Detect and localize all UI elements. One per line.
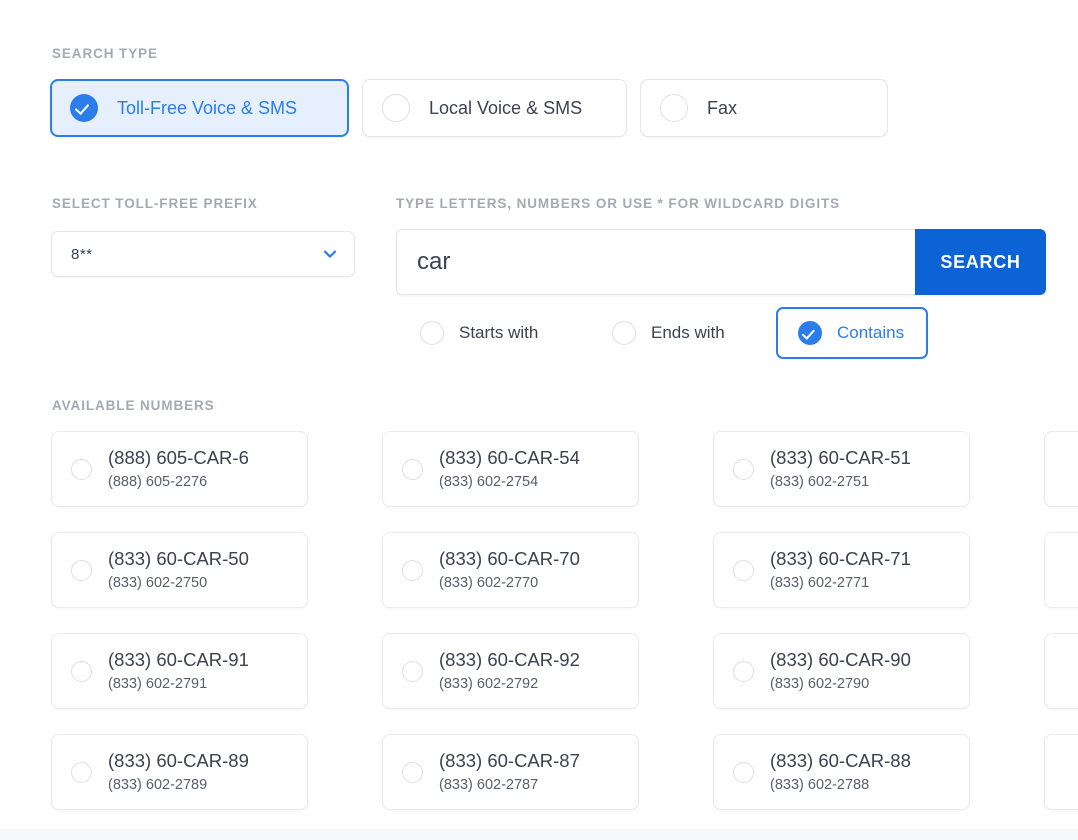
number-digits: (833) 602-2787 [439, 776, 580, 796]
check-circle-icon [798, 321, 822, 345]
number-card[interactable]: (833) 60-CAR-50 (833) 602-2750 [51, 532, 308, 608]
search-type-option-label: Fax [707, 98, 737, 119]
search-bar: SEARCH [396, 229, 1046, 295]
number-card[interactable]: (833) 60-CAR-88 (833) 602-2788 [713, 734, 970, 810]
number-vanity: (833) 60-CAR-89 [108, 749, 249, 773]
search-type-label: SEARCH TYPE [52, 46, 158, 61]
prefix-label: SELECT TOLL-FREE PREFIX [52, 196, 258, 211]
number-digits: (833) 602-2771 [770, 574, 911, 594]
number-card[interactable]: (833) 60-CAR-70 (833) 602-2770 [382, 532, 639, 608]
prefix-select[interactable]: 8** [51, 231, 355, 277]
match-mode-label: Starts with [459, 323, 538, 343]
number-digits: (833) 602-2792 [439, 675, 580, 695]
number-vanity: (833) 60-CAR-87 [439, 749, 580, 773]
number-vanity: (833) 60-CAR-92 [439, 648, 580, 672]
number-card[interactable]: (833) 60-CAR-54 (833) 602-2754 [382, 431, 639, 507]
match-mode-label: Ends with [651, 323, 725, 343]
number-card[interactable]: (833) 60-CAR-51 (833) 602-2751 [713, 431, 970, 507]
number-card-clipped[interactable] [1044, 633, 1078, 709]
number-digits: (833) 602-2750 [108, 574, 249, 594]
number-search-panel: SEARCH TYPE Toll-Free Voice & SMS Local … [0, 0, 1078, 840]
available-numbers-label: AVAILABLE NUMBERS [52, 398, 215, 413]
radio-circle-icon [71, 560, 92, 581]
number-digits: (833) 602-2790 [770, 675, 911, 695]
number-card-clipped[interactable] [1044, 532, 1078, 608]
radio-circle-icon [71, 459, 92, 480]
available-numbers-grid: (888) 605-CAR-6 (888) 605-2276 (833) 60-CA… [51, 431, 1078, 810]
number-digits: (833) 602-2770 [439, 574, 580, 594]
number-digits: (833) 602-2791 [108, 675, 249, 695]
number-card[interactable]: (833) 60-CAR-92 (833) 602-2792 [382, 633, 639, 709]
query-label: TYPE LETTERS, NUMBERS OR USE * FOR WILDC… [396, 196, 840, 211]
radio-circle-icon [402, 560, 423, 581]
number-card-clipped[interactable] [1044, 431, 1078, 507]
search-button[interactable]: SEARCH [915, 229, 1046, 295]
radio-circle-icon [733, 661, 754, 682]
radio-circle-icon [420, 321, 444, 345]
search-type-option-toll-free[interactable]: Toll-Free Voice & SMS [50, 79, 349, 137]
number-vanity: (833) 60-CAR-91 [108, 648, 249, 672]
prefix-selected-value: 8** [71, 246, 93, 263]
check-circle-icon [70, 94, 98, 122]
radio-circle-icon [402, 661, 423, 682]
radio-circle-icon [402, 762, 423, 783]
chevron-down-icon [322, 246, 338, 262]
match-mode-starts-with[interactable]: Starts with [420, 307, 538, 359]
radio-circle-icon [733, 459, 754, 480]
number-vanity: (833) 60-CAR-51 [770, 446, 911, 470]
radio-circle-icon [71, 762, 92, 783]
number-digits: (833) 602-2751 [770, 473, 911, 493]
radio-circle-icon [733, 560, 754, 581]
search-input[interactable] [396, 229, 915, 295]
number-card-clipped[interactable] [1044, 734, 1078, 810]
number-card[interactable]: (888) 605-CAR-6 (888) 605-2276 [51, 431, 308, 507]
match-mode-ends-with[interactable]: Ends with [612, 307, 725, 359]
number-digits: (833) 602-2788 [770, 776, 911, 796]
radio-circle-icon [402, 459, 423, 480]
match-mode-label: Contains [837, 323, 904, 343]
radio-circle-icon [612, 321, 636, 345]
search-type-option-fax[interactable]: Fax [640, 79, 888, 137]
number-digits: (833) 602-2754 [439, 473, 580, 493]
radio-circle-icon [733, 762, 754, 783]
radio-circle-icon [382, 94, 410, 122]
number-card[interactable]: (833) 60-CAR-91 (833) 602-2791 [51, 633, 308, 709]
search-type-option-label: Toll-Free Voice & SMS [117, 98, 297, 119]
match-mode-options: Starts with Ends with Contains [396, 307, 1046, 359]
number-vanity: (833) 60-CAR-88 [770, 749, 911, 773]
number-card[interactable]: (833) 60-CAR-90 (833) 602-2790 [713, 633, 970, 709]
match-mode-contains[interactable]: Contains [776, 307, 928, 359]
number-vanity: (833) 60-CAR-70 [439, 547, 580, 571]
search-type-option-label: Local Voice & SMS [429, 98, 582, 119]
number-card[interactable]: (833) 60-CAR-87 (833) 602-2787 [382, 734, 639, 810]
number-digits: (888) 605-2276 [108, 473, 249, 493]
number-digits: (833) 602-2789 [108, 776, 249, 796]
number-vanity: (888) 605-CAR-6 [108, 446, 249, 470]
number-card[interactable]: (833) 60-CAR-89 (833) 602-2789 [51, 734, 308, 810]
number-vanity: (833) 60-CAR-54 [439, 446, 580, 470]
search-type-options: Toll-Free Voice & SMS Local Voice & SMS … [50, 79, 888, 137]
number-card[interactable]: (833) 60-CAR-71 (833) 602-2771 [713, 532, 970, 608]
bottom-edge-strip [0, 829, 1078, 840]
number-vanity: (833) 60-CAR-71 [770, 547, 911, 571]
search-type-option-local[interactable]: Local Voice & SMS [362, 79, 627, 137]
radio-circle-icon [71, 661, 92, 682]
number-vanity: (833) 60-CAR-50 [108, 547, 249, 571]
number-vanity: (833) 60-CAR-90 [770, 648, 911, 672]
radio-circle-icon [660, 94, 688, 122]
